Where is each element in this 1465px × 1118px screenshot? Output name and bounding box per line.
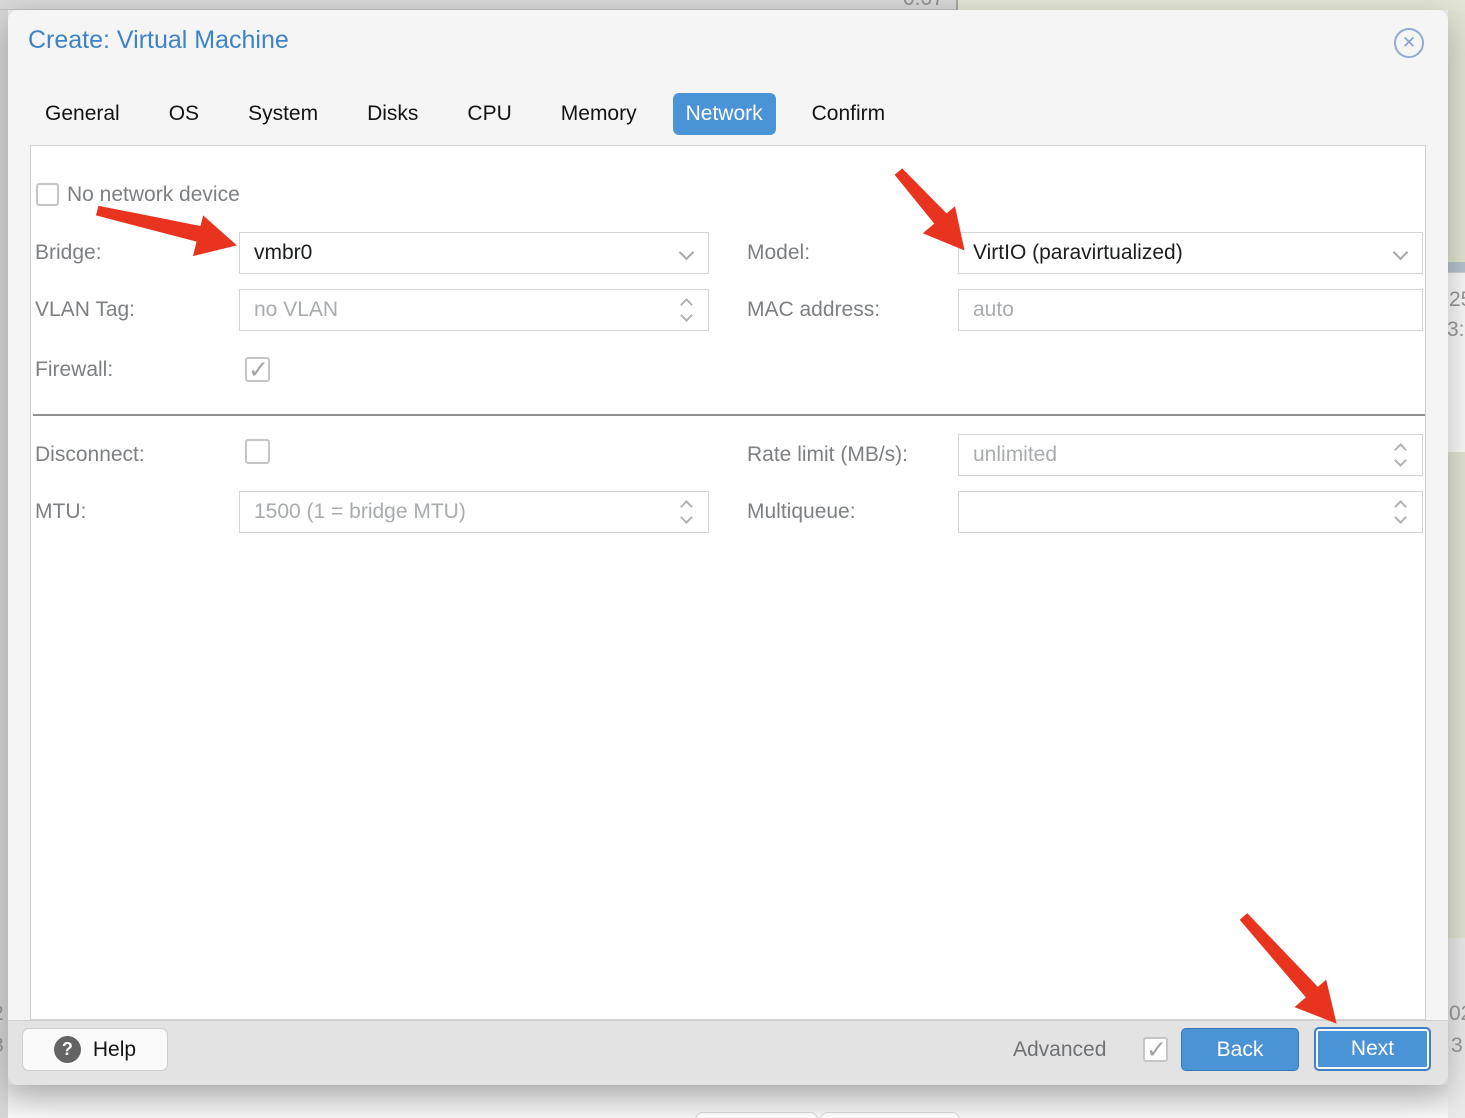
model-input[interactable] bbox=[959, 233, 1422, 273]
help-button-label: Help bbox=[93, 1038, 136, 1062]
help-icon: ? bbox=[54, 1036, 81, 1063]
help-button[interactable]: ? Help bbox=[22, 1028, 168, 1071]
background-top-strip: 0.07 bbox=[0, 0, 958, 10]
background-graph-value: 0.07 bbox=[903, 0, 944, 10]
tab-disks[interactable]: Disks bbox=[367, 102, 418, 126]
mac-address-field[interactable] bbox=[958, 289, 1423, 331]
tab-cpu[interactable]: CPU bbox=[467, 102, 511, 126]
vlan-tag-input[interactable] bbox=[240, 290, 708, 330]
background-right-strip: 25 3:1 02 3 bbox=[1448, 10, 1465, 1118]
rate-limit-input[interactable] bbox=[959, 435, 1422, 475]
mtu-field[interactable] bbox=[239, 491, 709, 533]
firewall-label: Firewall: bbox=[35, 349, 113, 391]
background-bottom-strip bbox=[8, 1085, 1448, 1118]
model-field[interactable] bbox=[958, 232, 1423, 274]
background-fragment: 3 bbox=[0, 1034, 4, 1058]
tab-memory[interactable]: Memory bbox=[561, 102, 637, 126]
background-button-stub bbox=[820, 1112, 960, 1118]
create-vm-dialog: Create: Virtual Machine ✕ General OS Sys… bbox=[8, 10, 1448, 1085]
tab-system[interactable]: System bbox=[248, 102, 318, 126]
back-button[interactable]: Back bbox=[1181, 1028, 1299, 1071]
no-network-device-label: No network device bbox=[67, 174, 240, 216]
background-panel-edge bbox=[1448, 938, 1465, 1118]
advanced-label: Advanced bbox=[1013, 1038, 1106, 1062]
background-top-right-strip bbox=[958, 0, 1465, 10]
background-fragment: 3 bbox=[1451, 1034, 1463, 1058]
vlan-tag-label: VLAN Tag: bbox=[35, 289, 135, 331]
background-panel-edge bbox=[1448, 262, 1465, 272]
background-button-stub bbox=[695, 1112, 818, 1118]
mac-address-input[interactable] bbox=[959, 290, 1422, 330]
spinner-icon[interactable] bbox=[680, 499, 694, 527]
network-form-panel: No network device Bridge: Model: VLAN Ta… bbox=[30, 145, 1426, 1020]
bridge-field[interactable] bbox=[239, 232, 709, 274]
close-icon[interactable]: ✕ bbox=[1394, 28, 1424, 58]
tab-os[interactable]: OS bbox=[169, 102, 199, 126]
disconnect-label: Disconnect: bbox=[35, 434, 145, 476]
mtu-label: MTU: bbox=[35, 491, 86, 533]
next-button[interactable]: Next bbox=[1314, 1027, 1431, 1071]
background-fragment: 2 bbox=[0, 1002, 4, 1026]
no-network-device-checkbox[interactable] bbox=[36, 183, 59, 206]
tab-network[interactable]: Network bbox=[673, 93, 776, 135]
bridge-input[interactable] bbox=[240, 233, 708, 273]
disconnect-checkbox[interactable] bbox=[245, 439, 270, 464]
firewall-checkbox[interactable] bbox=[245, 357, 270, 382]
rate-limit-label: Rate limit (MB/s): bbox=[747, 434, 908, 476]
background-fragment: 3:1 bbox=[1448, 318, 1465, 342]
rate-limit-field[interactable] bbox=[958, 434, 1423, 476]
spinner-icon[interactable] bbox=[1394, 442, 1408, 470]
background-left-strip: 2 3 bbox=[0, 10, 8, 1118]
model-label: Model: bbox=[747, 232, 810, 274]
multiqueue-label: Multiqueue: bbox=[747, 491, 856, 533]
tab-bar: General OS System Disks CPU Memory Netwo… bbox=[45, 90, 885, 137]
bridge-label: Bridge: bbox=[35, 232, 102, 274]
multiqueue-field[interactable] bbox=[958, 491, 1423, 533]
tab-confirm[interactable]: Confirm bbox=[812, 102, 886, 126]
background-fragment: 25 bbox=[1449, 288, 1465, 312]
section-divider bbox=[33, 414, 1425, 416]
dialog-title: Create: Virtual Machine bbox=[28, 26, 289, 55]
multiqueue-input[interactable] bbox=[959, 492, 1422, 532]
mac-address-label: MAC address: bbox=[747, 289, 880, 331]
tab-general[interactable]: General bbox=[45, 102, 120, 126]
spinner-icon[interactable] bbox=[1394, 499, 1408, 527]
vlan-tag-field[interactable] bbox=[239, 289, 709, 331]
advanced-checkbox[interactable] bbox=[1143, 1037, 1168, 1062]
mtu-input[interactable] bbox=[240, 492, 708, 532]
spinner-icon[interactable] bbox=[680, 297, 694, 325]
background-fragment: 02 bbox=[1449, 1002, 1465, 1026]
dialog-footer: ? Help Advanced Back Next bbox=[8, 1020, 1448, 1085]
